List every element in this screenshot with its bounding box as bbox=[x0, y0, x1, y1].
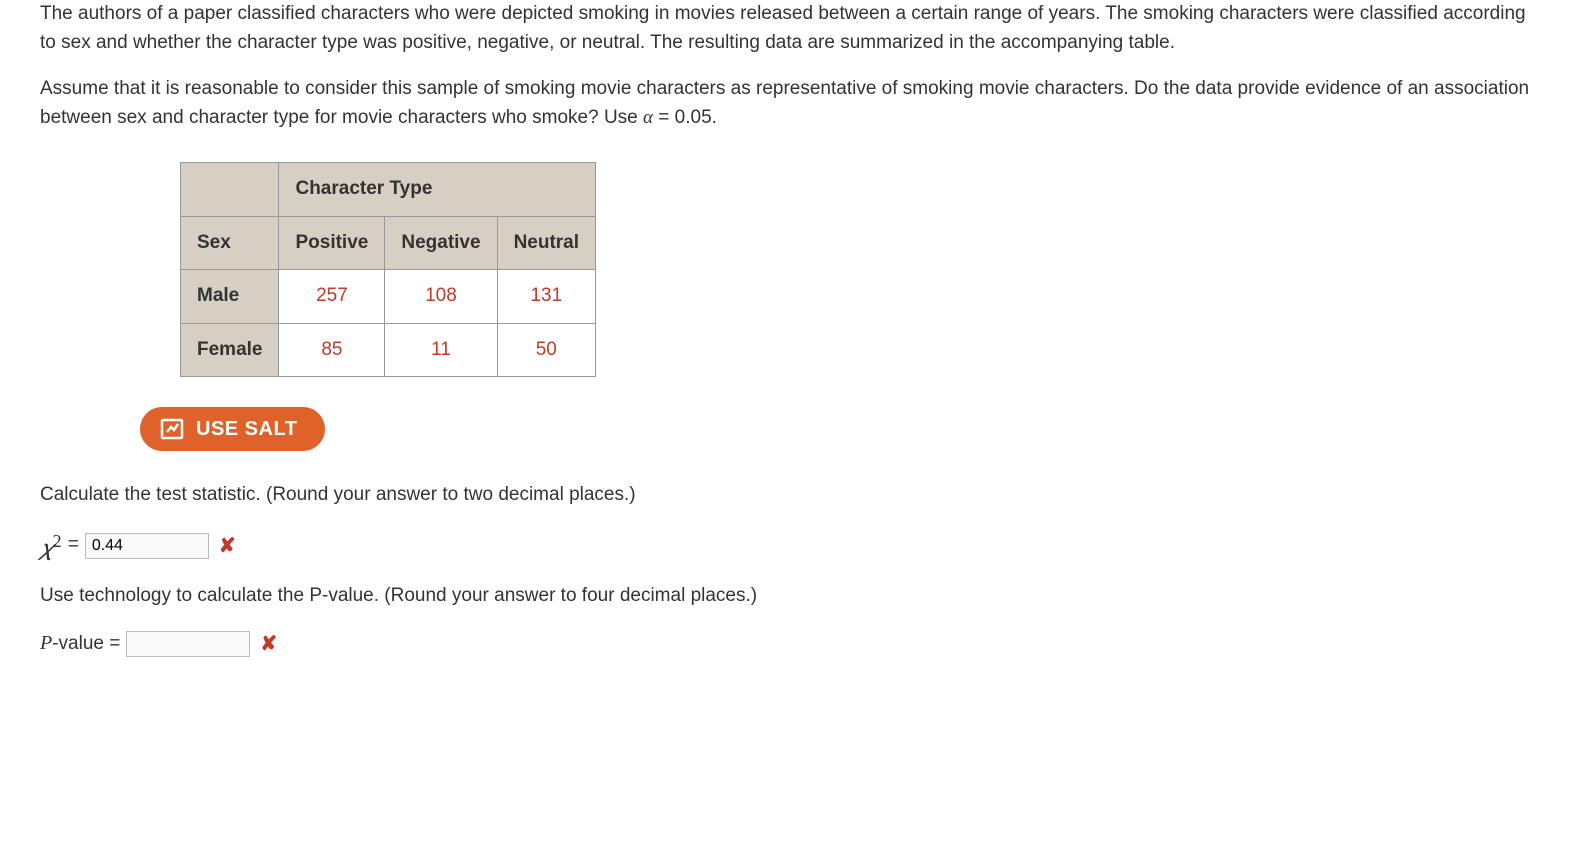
pvalue-line: P-value = ✘ bbox=[40, 628, 1542, 659]
character-type-header: Character Type bbox=[279, 163, 596, 217]
chi-eq: = bbox=[68, 531, 79, 560]
cell-male-neutral: 131 bbox=[497, 270, 595, 324]
problem-paragraph-1: The authors of a paper classified charac… bbox=[40, 0, 1542, 57]
col-negative: Negative bbox=[385, 216, 497, 270]
row-female-label: Female bbox=[181, 323, 279, 377]
cell-female-neutral: 50 bbox=[497, 323, 595, 377]
table-row: Female 85 11 50 bbox=[181, 323, 596, 377]
cell-female-positive: 85 bbox=[279, 323, 385, 377]
data-table: Character Type Sex Positive Negative Neu… bbox=[180, 162, 596, 377]
para2-pre: Assume that it is reasonable to consider… bbox=[40, 78, 1529, 128]
problem-paragraph-2: Assume that it is reasonable to consider… bbox=[40, 75, 1542, 132]
cell-male-negative: 108 bbox=[385, 270, 497, 324]
cell-female-negative: 11 bbox=[385, 323, 497, 377]
use-salt-button[interactable]: USE SALT bbox=[140, 407, 325, 451]
q1-prompt: Calculate the test statistic. (Round you… bbox=[40, 481, 1542, 510]
incorrect-icon: ✘ bbox=[260, 629, 277, 659]
corner-cell bbox=[181, 163, 279, 217]
cell-male-positive: 257 bbox=[279, 270, 385, 324]
col-positive: Positive bbox=[279, 216, 385, 270]
col-neutral: Neutral bbox=[497, 216, 595, 270]
incorrect-icon: ✘ bbox=[219, 531, 236, 561]
table-row: Male 257 108 131 bbox=[181, 270, 596, 324]
salt-label: USE SALT bbox=[196, 418, 297, 441]
pvalue-label: P-value = bbox=[40, 628, 120, 659]
pvalue-input[interactable] bbox=[126, 631, 250, 657]
alpha-symbol: α bbox=[643, 107, 653, 128]
sex-header: Sex bbox=[181, 216, 279, 270]
q2-prompt: Use technology to calculate the P-value.… bbox=[40, 582, 1542, 611]
chi-squared-input[interactable] bbox=[85, 533, 209, 559]
row-male-label: Male bbox=[181, 270, 279, 324]
alpha-value: = 0.05. bbox=[653, 107, 717, 128]
chi-squared-line: 𝜒2 = ✘ bbox=[40, 528, 1542, 564]
chart-icon bbox=[160, 417, 184, 441]
chi-symbol: 𝜒2 bbox=[40, 528, 62, 564]
